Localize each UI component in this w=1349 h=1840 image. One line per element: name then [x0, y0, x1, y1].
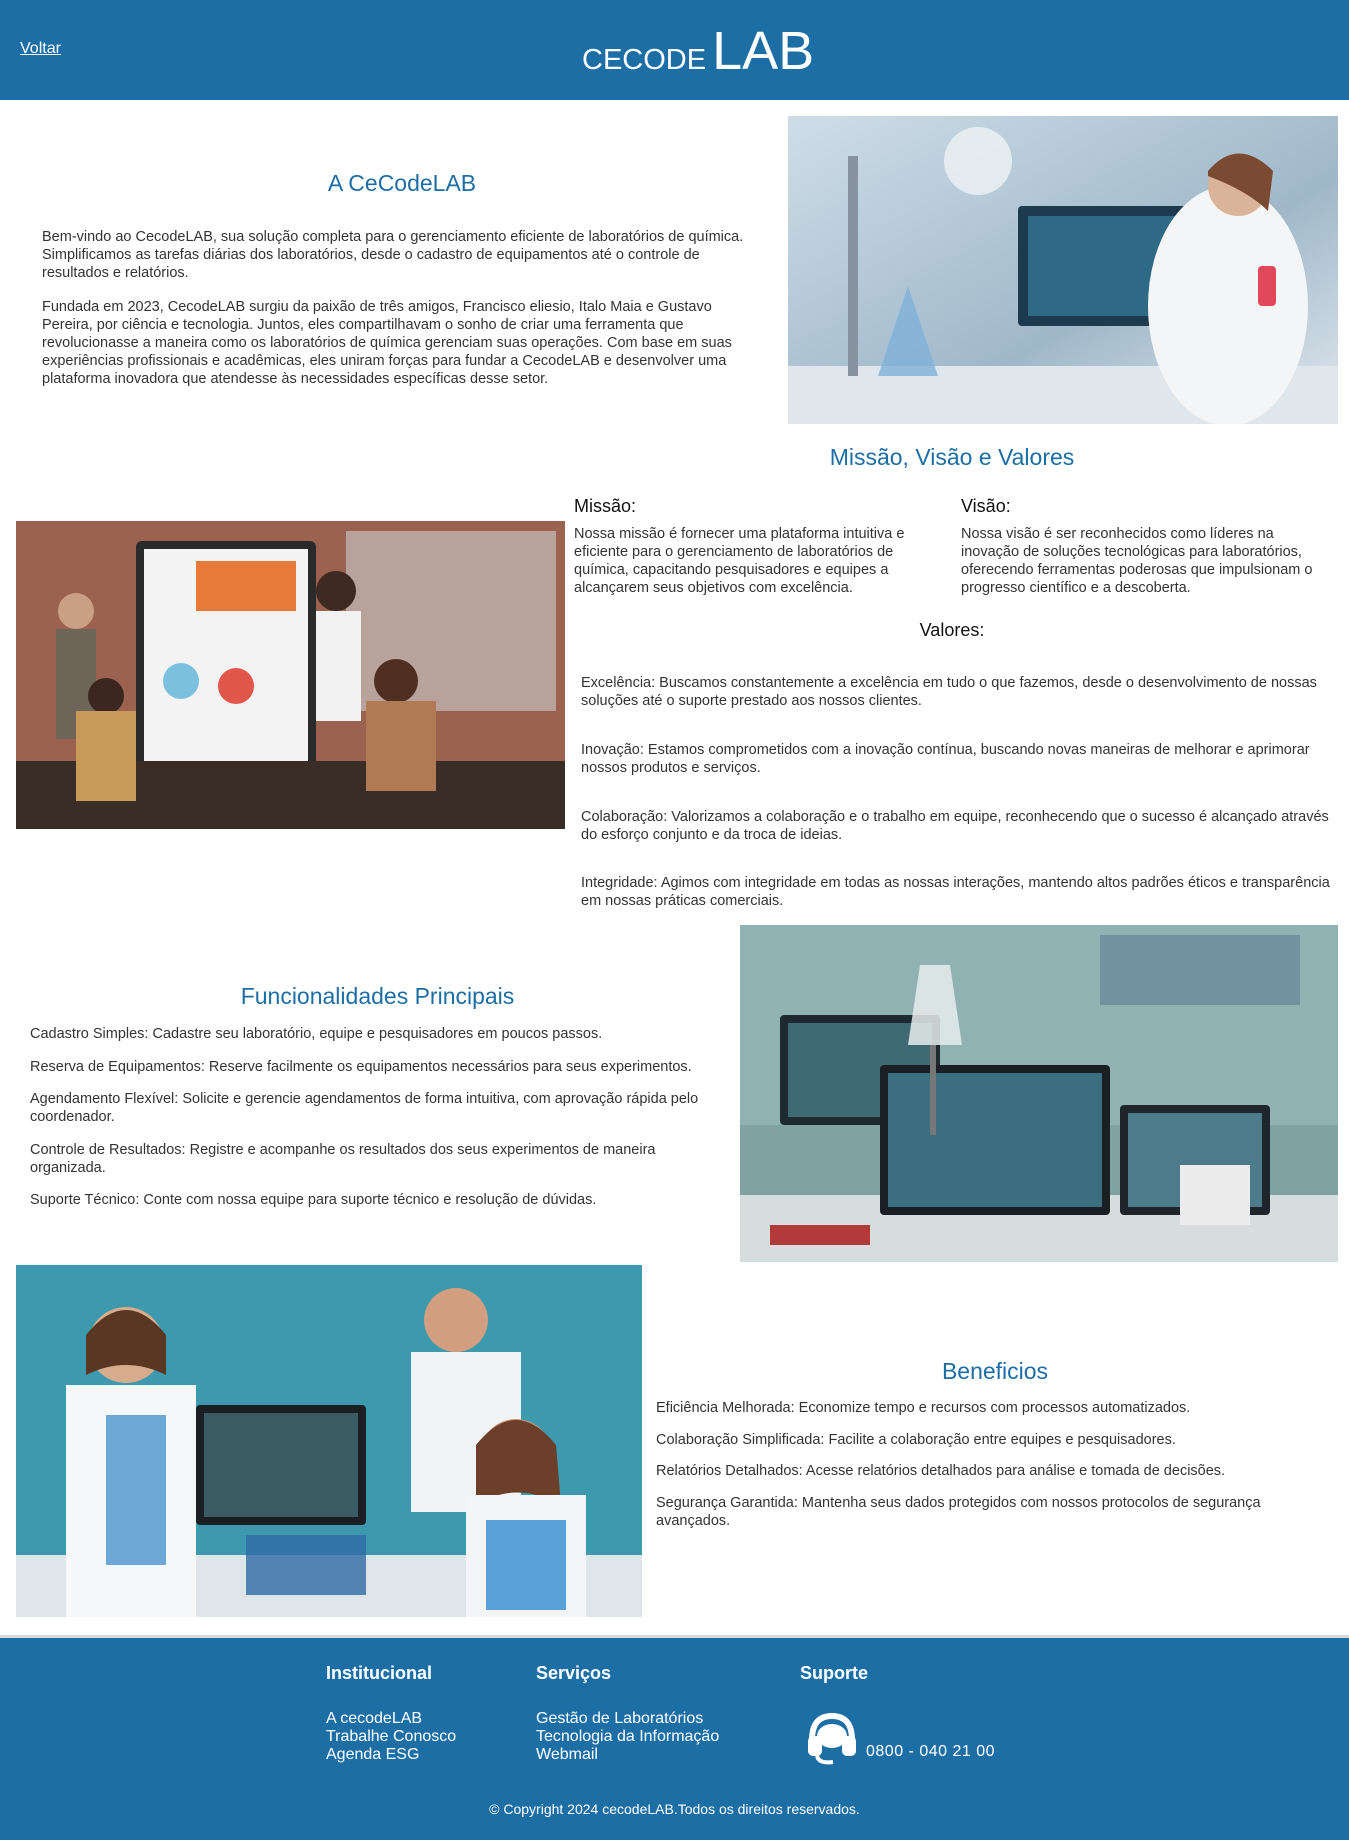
lab-equipment-photo [740, 925, 1338, 1262]
headset-icon [805, 1710, 859, 1766]
benefits-title: Beneficios [941, 1358, 1049, 1384]
mission-title: Missão: [574, 496, 637, 516]
values-title: Valores: [919, 620, 985, 640]
footer-servicos-title: Serviços [536, 1663, 612, 1683]
copyright: © Copyright 2024 cecodeLAB.Todos os dire… [489, 1801, 860, 1817]
benefit-item: Relatórios Detalhados: Acesse relatórios… [656, 1463, 1226, 1479]
logo-small-text: CECODE [582, 44, 707, 76]
support-phone: 0800 - 040 21 00 [866, 1743, 995, 1760]
mvv-title: Missão, Visão e Valores [829, 444, 1075, 470]
footer-link-careers[interactable]: Trabalhe Conosco [326, 1728, 456, 1746]
value-item: Inovação: Estamos comprometidos com a in… [581, 742, 1310, 776]
lab-scientist-photo [788, 116, 1338, 424]
about-paragraph-2: Fundada em 2023, CecodeLAB surgiu da pai… [42, 299, 732, 387]
site-footer: Institucional A cecodeLAB Trabalhe Conos… [0, 1635, 1349, 1840]
footer-link-webmail[interactable]: Webmail [536, 1746, 598, 1764]
feature-item: Suporte Técnico: Conte com nossa equipe … [30, 1192, 597, 1208]
logo: CECODE LAB [582, 20, 814, 82]
vision-title: Visão: [961, 496, 1011, 516]
footer-link-lab-management[interactable]: Gestão de Laboratórios [536, 1710, 703, 1728]
value-item: Colaboração: Valorizamos a colaboração e… [581, 809, 1329, 843]
benefit-item: Colaboração Simplificada: Facilite a col… [656, 1432, 1176, 1448]
features-title: Funcionalidades Principais [240, 983, 515, 1009]
about-title: A CeCodeLAB [327, 170, 477, 196]
footer-link-esg[interactable]: Agenda ESG [326, 1746, 419, 1764]
logo-big-text: LAB [712, 21, 815, 81]
scientists-team-photo [16, 1265, 642, 1617]
team-meeting-photo [16, 521, 565, 829]
value-item: Integridade: Agimos com integridade em t… [581, 875, 1330, 909]
footer-link-about[interactable]: A cecodeLAB [326, 1710, 422, 1728]
site-header: Voltar CECODE LAB [0, 0, 1349, 100]
about-paragraph-1: Bem-vindo ao CecodeLAB, sua solução comp… [42, 229, 744, 281]
value-item: Excelência: Buscamos constantemente a ex… [581, 675, 1317, 709]
feature-item: Controle de Resultados: Registre e acomp… [30, 1142, 656, 1176]
vision-text: Nossa visão é ser reconhecidos como líde… [961, 526, 1313, 596]
benefit-item: Segurança Garantida: Mantenha seus dados… [656, 1495, 1261, 1529]
footer-link-it[interactable]: Tecnologia da Informação [536, 1728, 719, 1746]
feature-item: Agendamento Flexível: Solicite e gerenci… [30, 1091, 699, 1125]
mission-text: Nossa missão é fornecer uma plataforma i… [574, 526, 905, 596]
back-link[interactable]: Voltar [20, 40, 61, 58]
benefit-item: Eficiência Melhorada: Economize tempo e … [656, 1400, 1191, 1416]
footer-suporte-title: Suporte [800, 1663, 869, 1683]
footer-institucional-title: Institucional [326, 1663, 433, 1683]
feature-item: Reserva de Equipamentos: Reserve facilme… [30, 1059, 692, 1075]
feature-item: Cadastro Simples: Cadastre seu laboratór… [30, 1026, 603, 1042]
